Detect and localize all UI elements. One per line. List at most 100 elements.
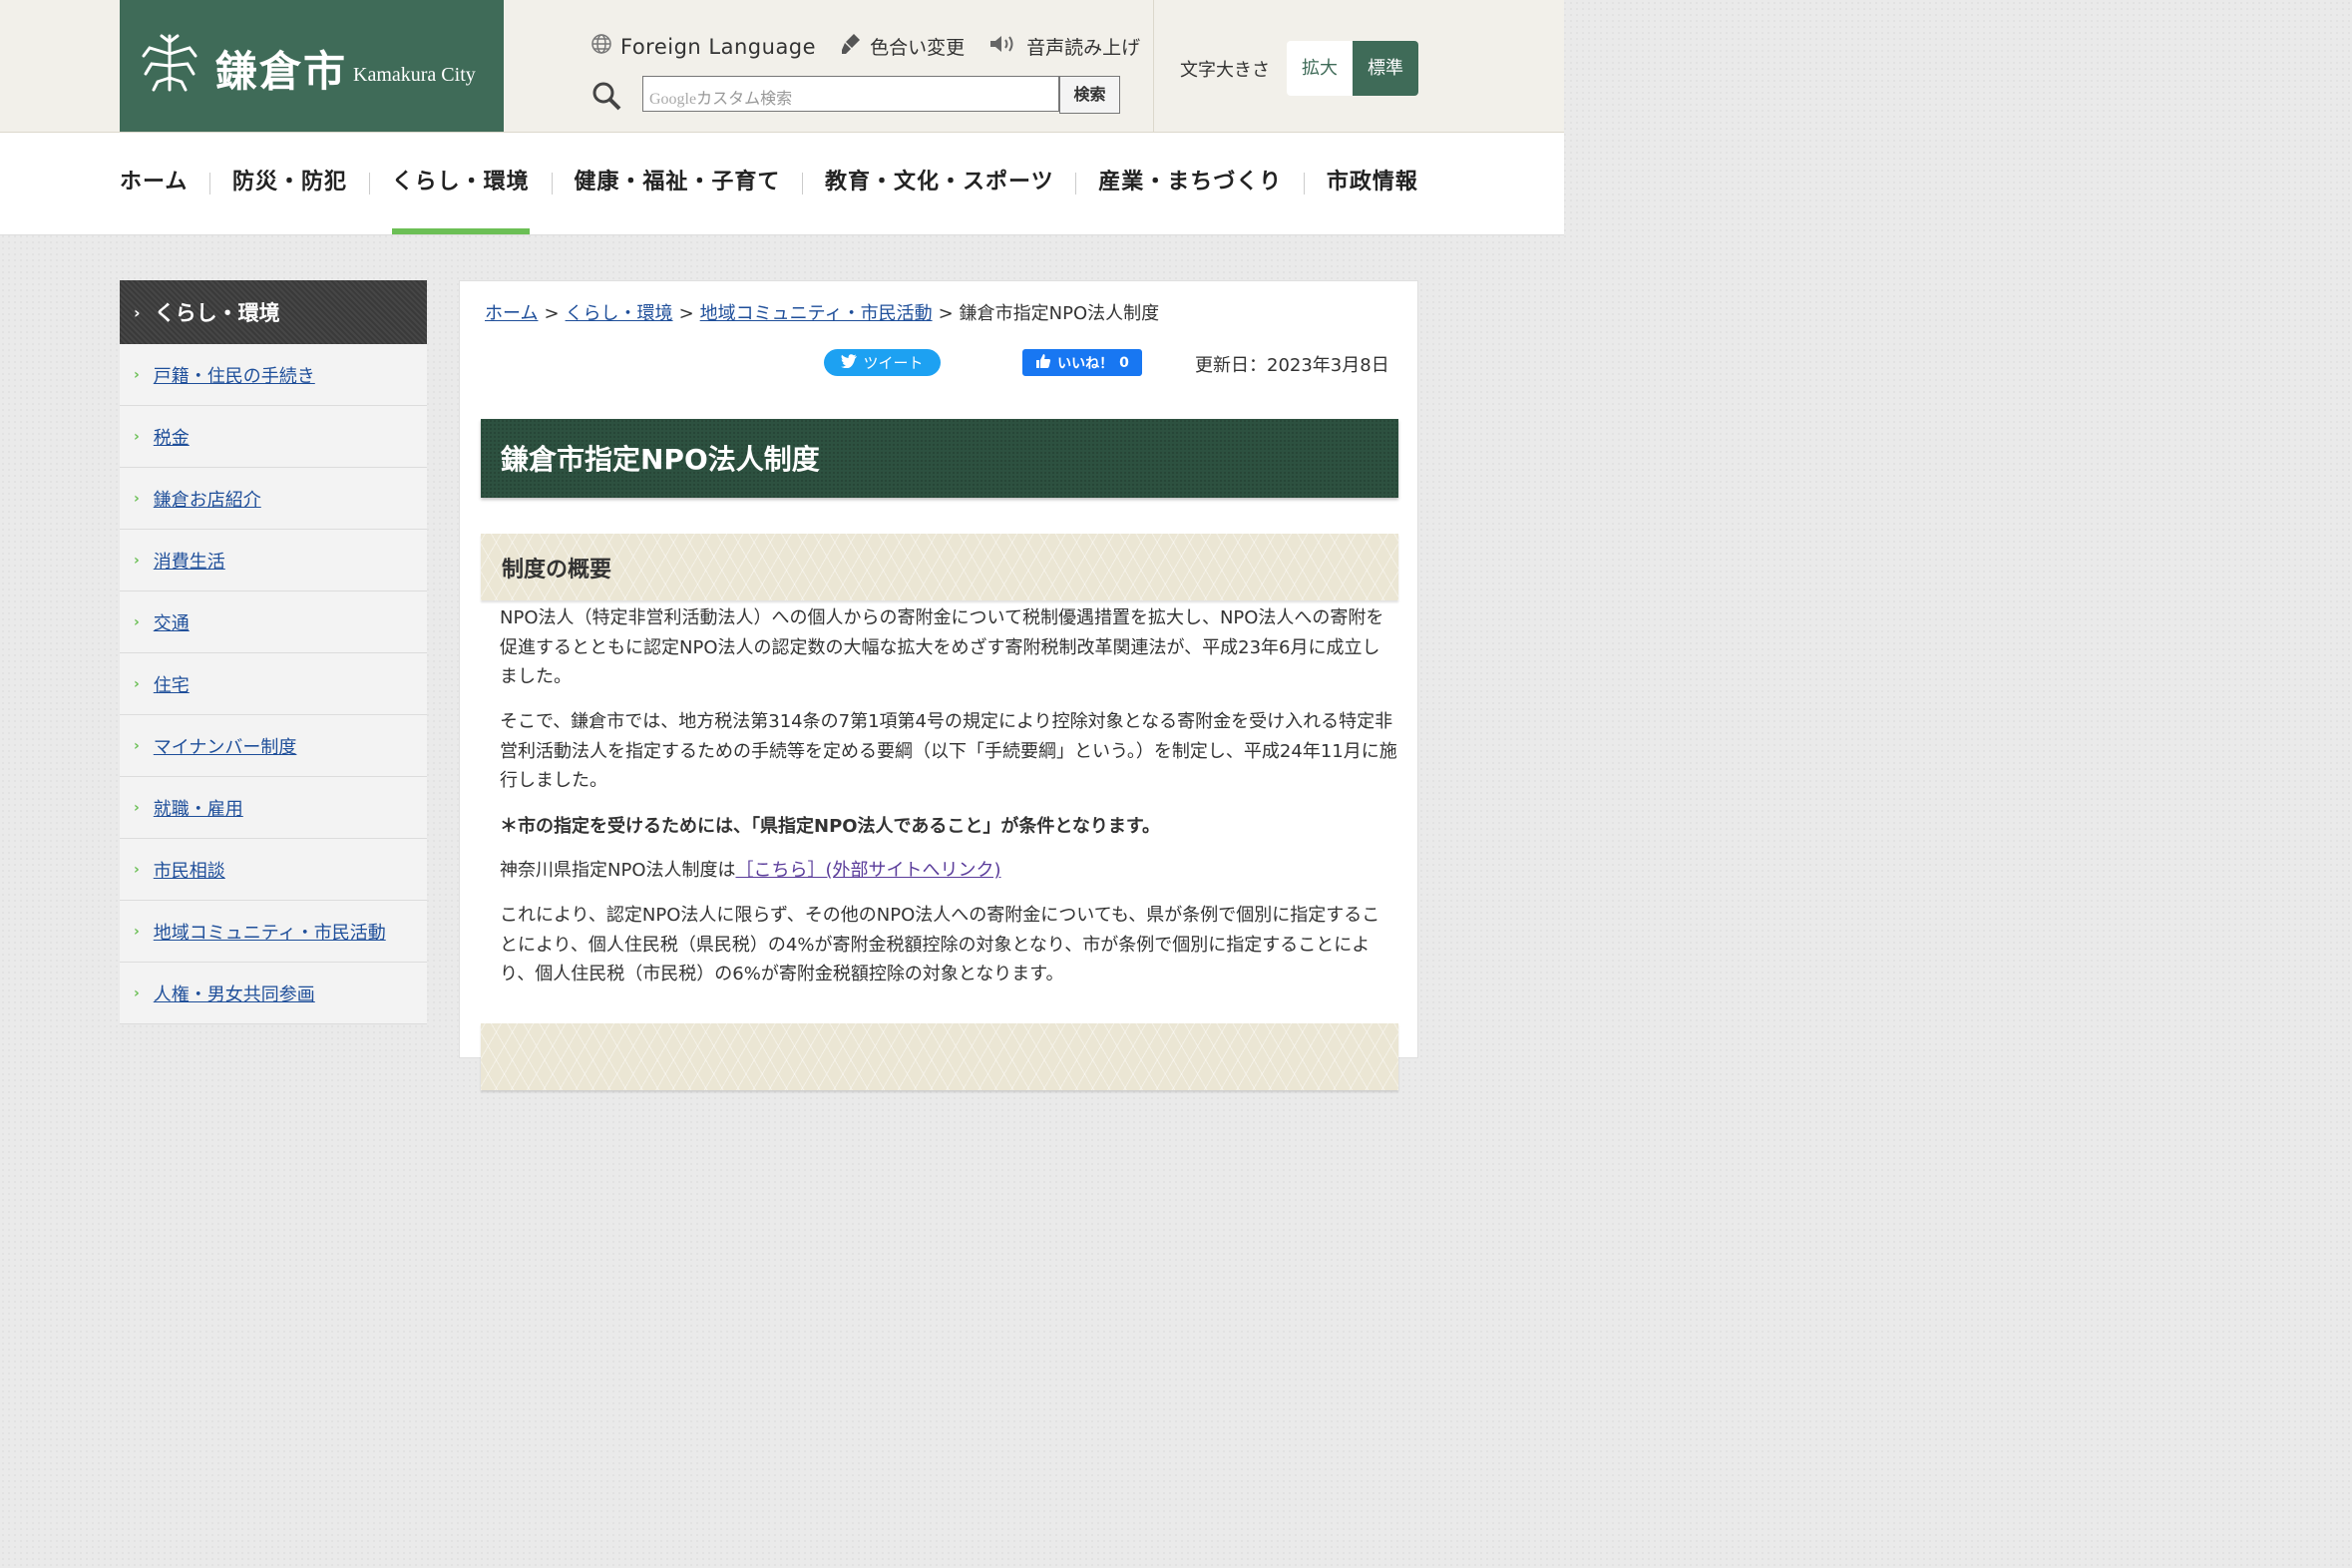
font-size-label: 文字大きさ — [1180, 60, 1270, 81]
chevron-right-icon: › — [134, 799, 140, 816]
chevron-right-icon: › — [134, 490, 140, 507]
tweet-button[interactable]: ツイート — [824, 349, 941, 376]
sidebar-item: › 人権・男女共同参画 — [120, 963, 427, 1024]
sidebar: › くらし・環境 › 戸籍・住民の手続き › 税金 › 鎌倉お店紹介 › 消費生活 › 交… — [120, 280, 427, 1024]
nav-item-disaster[interactable]: 防災・防犯 — [232, 133, 347, 234]
sidebar-heading-label: くらし・環境 — [154, 301, 280, 325]
sidebar-item-link[interactable]: 戸籍・住民の手続き — [154, 362, 315, 388]
nav-divider — [368, 173, 370, 195]
global-nav: ホーム 防災・防犯 くらし・環境 健康・福祉・子育て 教育・文化・スポーツ 産業… — [0, 133, 1564, 235]
color-change-link[interactable]: 色合い変更 — [840, 32, 965, 61]
like-label: いいね！ — [1057, 355, 1114, 372]
sidebar-item-link[interactable]: 消費生活 — [154, 548, 225, 574]
nav-divider — [551, 173, 553, 195]
chevron-right-icon: › — [134, 923, 140, 940]
nav-item-industry[interactable]: 産業・まちづくり — [1098, 133, 1282, 234]
sidebar-item: › マイナンバー制度 — [120, 715, 427, 777]
like-button[interactable]: いいね！ 0 — [1022, 349, 1142, 376]
foreign-language-link[interactable]: Foreign Language — [590, 33, 816, 60]
sidebar-item: › 税金 — [120, 406, 427, 468]
breadcrumb-current: 鎌倉市指定NPO法人制度 — [959, 303, 1160, 324]
chevron-right-icon: › — [134, 675, 140, 692]
sidebar-item: › 地域コミュニティ・市民活動 — [120, 901, 427, 963]
sidebar-item-link[interactable]: 住宅 — [154, 671, 190, 697]
nav-item-health[interactable]: 健康・福祉・子育て — [574, 133, 780, 234]
nav-divider — [209, 173, 211, 195]
next-section-header — [481, 1023, 1398, 1090]
nav-item-home[interactable]: ホーム — [120, 133, 188, 234]
sidebar-item: › 戸籍・住民の手続き — [120, 344, 427, 406]
nav-divider — [1304, 173, 1306, 195]
paragraph-2: そこで、鎌倉市では、地方税法第314条の7第1項第4号の規定により控除対象となる… — [500, 711, 1397, 791]
sidebar-item-link[interactable]: 市民相談 — [154, 857, 225, 883]
search-input[interactable]: Googleカスタム検索 — [642, 76, 1059, 112]
thumbs-up-icon — [1035, 353, 1051, 373]
sidebar-item-link[interactable]: 税金 — [154, 424, 190, 450]
nav-item-education[interactable]: 教育・文化・スポーツ — [825, 133, 1054, 234]
site-logo[interactable]: 鎌倉市 Kamakura City — [120, 0, 504, 132]
breadcrumb: ホーム > くらし・環境 > 地域コミュニティ・市民活動 > 鎌倉市指定NPO法人制度 — [485, 299, 1159, 325]
city-crest-icon — [140, 32, 199, 98]
utility-links: Foreign Language 色合い変更 音声読み上げ — [590, 32, 1140, 61]
chevron-right-icon: › — [134, 613, 140, 630]
sidebar-item: › 就職・雇用 — [120, 777, 427, 839]
read-aloud-link[interactable]: 音声読み上げ — [988, 33, 1140, 60]
section-title: 制度の概要 — [481, 534, 1398, 601]
breadcrumb-home[interactable]: ホーム — [485, 303, 538, 324]
paint-brush-icon — [840, 32, 862, 61]
search-placeholder-text: カスタム検索 — [696, 91, 793, 108]
sidebar-item-link[interactable]: 地域コミュニティ・市民活動 — [154, 919, 386, 945]
nav-item-living[interactable]: くらし・環境 — [391, 133, 530, 234]
sidebar-item-link[interactable]: 就職・雇用 — [154, 795, 243, 821]
chevron-right-icon: › — [134, 302, 141, 322]
chevron-right-icon: › — [134, 984, 140, 1001]
chevron-right-icon: › — [134, 366, 140, 383]
sidebar-item-link[interactable]: 人権・男女共同参画 — [154, 980, 315, 1006]
sidebar-item-link[interactable]: マイナンバー制度 — [154, 733, 297, 759]
kanagawa-external-link[interactable]: ［こちら］(外部サイトへリンク) — [736, 860, 1001, 881]
read-aloud-label: 音声読み上げ — [1026, 37, 1141, 59]
font-size-controls: 文字大きさ 拡大 標準 — [1153, 0, 1565, 132]
kanagawa-prefix: 神奈川県指定NPO法人制度は — [500, 860, 736, 881]
breadcrumb-separator: > — [678, 303, 694, 324]
foreign-language-label: Foreign Language — [620, 34, 817, 59]
paragraph-3: これにより、認定NPO法人に限らず、その他のNPO法人への寄附金についても、県が… — [500, 905, 1380, 984]
sidebar-item: › 鎌倉お店紹介 — [120, 468, 427, 530]
chevron-right-icon: › — [134, 861, 140, 878]
paragraph-1: NPO法人（特定非営利活動法人）への個人からの寄附金について税制優遇措置を拡大し… — [500, 607, 1384, 687]
chevron-right-icon: › — [134, 428, 140, 445]
font-size-standard-button[interactable]: 標準 — [1353, 41, 1418, 96]
main-content: ホーム > くらし・環境 > 地域コミュニティ・市民活動 > 鎌倉市指定NPO法人制度 ツイ… — [459, 280, 1418, 1090]
sidebar-heading[interactable]: › くらし・環境 — [120, 280, 427, 344]
tweet-label: ツイート — [863, 354, 924, 372]
chevron-right-icon: › — [134, 737, 140, 754]
speaker-icon — [988, 34, 1018, 59]
search-icon — [590, 80, 622, 116]
city-name-en: Kamakura City — [353, 64, 476, 86]
sidebar-item: › 住宅 — [120, 653, 427, 715]
chevron-right-icon: › — [134, 552, 140, 569]
font-size-large-button[interactable]: 拡大 — [1287, 41, 1353, 96]
breadcrumb-level2[interactable]: 地域コミュニティ・市民活動 — [700, 303, 933, 324]
sidebar-item-link[interactable]: 交通 — [154, 609, 190, 635]
condition-note: ＊市の指定を受けるためには、「県指定NPO法人であること」が条件となります。 — [500, 816, 1161, 837]
search-button[interactable]: 検索 — [1059, 76, 1120, 114]
paragraph-kanagawa: 神奈川県指定NPO法人制度は［こちら］(外部サイトへリンク) — [500, 856, 1397, 886]
nav-divider — [802, 173, 804, 195]
page-title: 鎌倉市指定NPO法人制度 — [481, 418, 1398, 498]
globe-icon — [590, 33, 612, 60]
sidebar-list: › 戸籍・住民の手続き › 税金 › 鎌倉お店紹介 › 消費生活 › 交通 › 住宅 › マイ… — [120, 344, 427, 1024]
sidebar-item: › 交通 — [120, 591, 427, 653]
site-header: 鎌倉市 Kamakura City Foreign Language 色合い変更… — [0, 0, 1564, 133]
city-name-jp: 鎌倉市 — [215, 47, 348, 96]
color-change-label: 色合い変更 — [870, 37, 966, 59]
nav-divider — [1075, 173, 1077, 195]
sidebar-item: › 消費生活 — [120, 530, 427, 591]
nav-item-city-info[interactable]: 市政情報 — [1327, 133, 1418, 234]
sidebar-item-link[interactable]: 鎌倉お店紹介 — [154, 486, 261, 512]
breadcrumb-level1[interactable]: くらし・環境 — [566, 303, 673, 324]
bird-icon — [841, 353, 858, 372]
sidebar-item: › 市民相談 — [120, 839, 427, 901]
like-count: 0 — [1119, 354, 1129, 371]
breadcrumb-separator: > — [544, 303, 560, 324]
